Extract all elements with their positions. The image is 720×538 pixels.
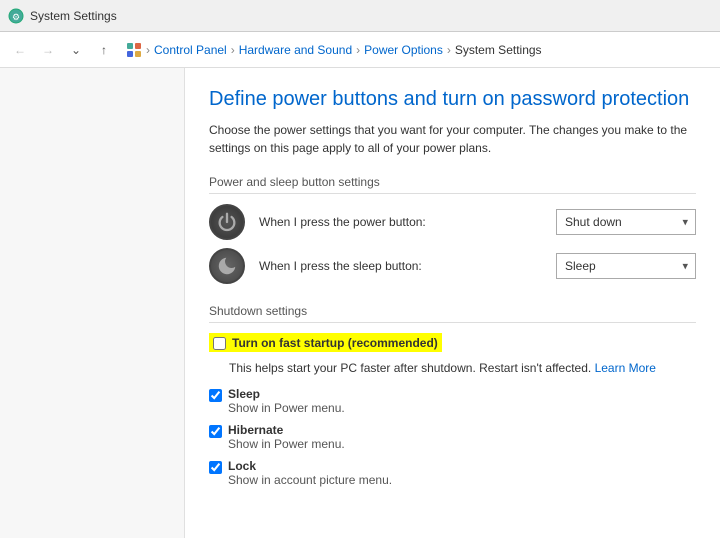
sleep-button-icon (209, 248, 245, 284)
power-icon-svg (216, 211, 238, 233)
breadcrumb: › Control Panel › Hardware and Sound › P… (120, 42, 712, 58)
power-button-label: When I press the power button: (259, 215, 542, 229)
sleep-sub-label: Show in Power menu. (228, 401, 345, 415)
sleep-button-dropdown[interactable]: Sleep Shut down Hibernate Turn off the d… (556, 253, 696, 279)
breadcrumb-hardware-sound[interactable]: Hardware and Sound (239, 43, 352, 57)
lock-sub-label: Show in account picture menu. (228, 473, 392, 487)
svg-text:⚙: ⚙ (12, 12, 20, 22)
learn-more-link[interactable]: Learn More (595, 361, 656, 375)
forward-button[interactable]: → (36, 38, 60, 62)
control-panel-icon (126, 42, 142, 58)
sleep-main-label[interactable]: Sleep (228, 387, 345, 401)
sleep-button-label: When I press the sleep button: (259, 259, 542, 273)
hibernate-main-label[interactable]: Hibernate (228, 423, 345, 437)
power-sleep-label: Power and sleep button settings (209, 175, 696, 194)
page-title: Define power buttons and turn on passwor… (209, 88, 696, 111)
fast-startup-checkbox[interactable] (213, 337, 226, 350)
sleep-checkbox[interactable] (209, 389, 222, 402)
breadcrumb-current: System Settings (455, 43, 542, 57)
sleep-button-row: When I press the sleep button: Sleep Shu… (209, 248, 696, 284)
fast-startup-label[interactable]: Turn on fast startup (recommended) (232, 336, 438, 350)
address-bar: ← → ⌄ ↑ › Control Panel › Hardware and S… (0, 32, 720, 68)
fast-startup-desc: This helps start your PC faster after sh… (229, 360, 696, 375)
lock-main-label[interactable]: Lock (228, 459, 392, 473)
main-layout: Define power buttons and turn on passwor… (0, 68, 720, 538)
shutdown-label: Shutdown settings (209, 304, 696, 323)
window-title: System Settings (30, 9, 117, 23)
page-description: Choose the power settings that you want … (209, 121, 689, 157)
power-button-row: When I press the power button: Shut down… (209, 204, 696, 240)
lock-checkbox[interactable] (209, 461, 222, 474)
breadcrumb-power-options[interactable]: Power Options (364, 43, 443, 57)
content-area: Define power buttons and turn on passwor… (185, 68, 720, 538)
up-button[interactable]: ↑ (92, 38, 116, 62)
lock-row: Lock Show in account picture menu. (209, 459, 696, 487)
sleep-button-dropdown-wrap: Sleep Shut down Hibernate Turn off the d… (556, 253, 696, 279)
power-sleep-settings: Power and sleep button settings When I p… (209, 175, 696, 284)
shutdown-settings: Shutdown settings Turn on fast startup (… (209, 304, 696, 487)
sleep-row: Sleep Show in Power menu. (209, 387, 696, 415)
hibernate-row: Hibernate Show in Power menu. (209, 423, 696, 451)
recent-button[interactable]: ⌄ (64, 38, 88, 62)
breadcrumb-control-panel[interactable]: Control Panel (154, 43, 227, 57)
back-button[interactable]: ← (8, 38, 32, 62)
power-button-icon (209, 204, 245, 240)
hibernate-checkbox[interactable] (209, 425, 222, 438)
fast-startup-highlight: Turn on fast startup (recommended) (209, 333, 442, 352)
power-button-dropdown-wrap: Shut down Sleep Hibernate Turn off the d… (556, 209, 696, 235)
fast-startup-row: Turn on fast startup (recommended) (209, 333, 696, 352)
title-bar: ⚙ System Settings (0, 0, 720, 32)
sidebar (0, 68, 185, 538)
window-icon: ⚙ (8, 8, 24, 24)
power-button-dropdown[interactable]: Shut down Sleep Hibernate Turn off the d… (556, 209, 696, 235)
hibernate-sub-label: Show in Power menu. (228, 437, 345, 451)
sleep-icon-svg (216, 255, 238, 277)
